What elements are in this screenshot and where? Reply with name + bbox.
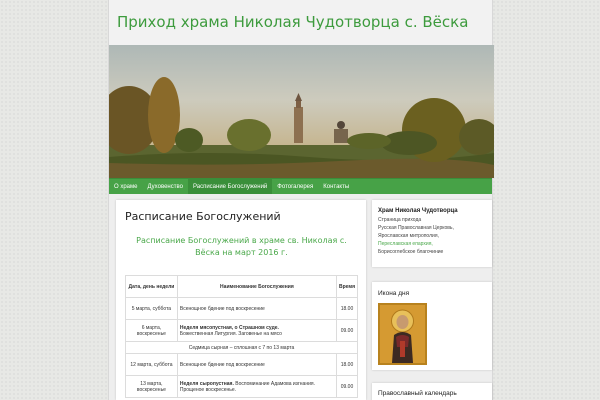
- eparchy-link[interactable]: Переславская епархия,: [378, 240, 486, 248]
- table-row: 13 марта, воскресенье Неделя сыропустная…: [125, 375, 359, 398]
- saint-icon: [380, 305, 425, 363]
- page-container: Приход храма Николая Чудотворца с. Вёска: [108, 0, 494, 400]
- banner-landscape: [109, 45, 494, 178]
- cell-service: Всенощное бдение под воскресение: [176, 297, 337, 320]
- widget-line: Борисоглебское благочиние: [378, 249, 444, 255]
- column-header-time: Время: [335, 275, 359, 298]
- icon-of-day-image[interactable]: [378, 303, 427, 365]
- cell-date: 13 марта, воскресенье: [125, 375, 178, 398]
- schedule-heading: Расписание Богослужений в храме св. Нико…: [136, 236, 347, 257]
- nav-item-schedule[interactable]: Расписание Богослужений: [187, 179, 273, 194]
- cell-time: 18.00: [335, 297, 359, 320]
- cell-date: 12 марта, суббота: [125, 353, 178, 376]
- widget-line: Русская Православная Церковь,: [378, 225, 454, 231]
- column-header-date: Дата, день недели: [125, 275, 178, 298]
- table-row: 5 марта, суббота Всенощное бдение под во…: [125, 297, 359, 320]
- nav-item-about[interactable]: О храме: [109, 179, 142, 194]
- cell-date: 6 марта, воскресенье: [125, 319, 178, 342]
- nav-item-contacts[interactable]: Контакты: [318, 179, 354, 194]
- widget-title: Храм Николая Чудотворца: [378, 208, 458, 214]
- main-nav: О храме Духовенство Расписание Богослуже…: [109, 178, 492, 194]
- cell-service-text: Всенощное бдение под воскресение: [179, 361, 265, 368]
- nav-item-clergy[interactable]: Духовенство: [142, 179, 187, 194]
- site-title[interactable]: Приход храма Николая Чудотворца с. Вёска: [117, 13, 492, 31]
- main-content: Расписание Богослужений Расписание Богос…: [116, 200, 366, 400]
- widget-title: Икона дня: [378, 290, 410, 297]
- widget-line: Страница прихода: [378, 217, 422, 223]
- cell-service-text: Божественная Литургия. Заговенье на мясо: [179, 330, 282, 337]
- site-header: Приход храма Николая Чудотворца с. Вёска: [109, 0, 492, 45]
- cell-week-note: Седмица сырная – сплошная с 7 по 13 март…: [125, 341, 358, 354]
- table-row: 6 марта, воскресенье Неделя мясопустная,…: [125, 319, 359, 342]
- column-header-service: Наименование Богослужения: [176, 275, 337, 298]
- page-title: Расписание Богослужений: [125, 210, 281, 223]
- cell-time: 18.00: [335, 353, 359, 376]
- icon-of-day-widget: Икона дня: [372, 282, 492, 370]
- cell-time: 09.00: [335, 375, 359, 398]
- cell-date: 5 марта, суббота: [125, 297, 178, 320]
- schedule-table: Дата, день недели Наименование Богослуже…: [125, 275, 359, 398]
- cell-service: Всенощное бдение под воскресение: [176, 353, 337, 376]
- cell-service: Неделя мясопустная, о Страшном суде. Боже…: [176, 319, 337, 342]
- table-row-span: Седмица сырная – сплошная с 7 по 13 март…: [125, 341, 358, 354]
- widget-line: Ярославская митрополия,: [378, 233, 439, 239]
- parish-info-widget: Храм Николая Чудотворца Страница прихода…: [372, 200, 492, 267]
- cell-time: 09.00: [335, 319, 359, 342]
- table-row: 12 марта, суббота Всенощное бдение под в…: [125, 353, 359, 376]
- banner-image: [109, 45, 494, 178]
- orthodox-calendar-widget: Православный календарь: [372, 383, 492, 400]
- cell-service: Неделя сыропустная. Воспоминание Адамова…: [176, 375, 337, 398]
- nav-item-gallery[interactable]: Фотогалерея: [272, 179, 318, 194]
- widget-title: Православный календарь: [378, 390, 457, 397]
- cell-service-text: Всенощное бдение под воскресение: [179, 305, 265, 312]
